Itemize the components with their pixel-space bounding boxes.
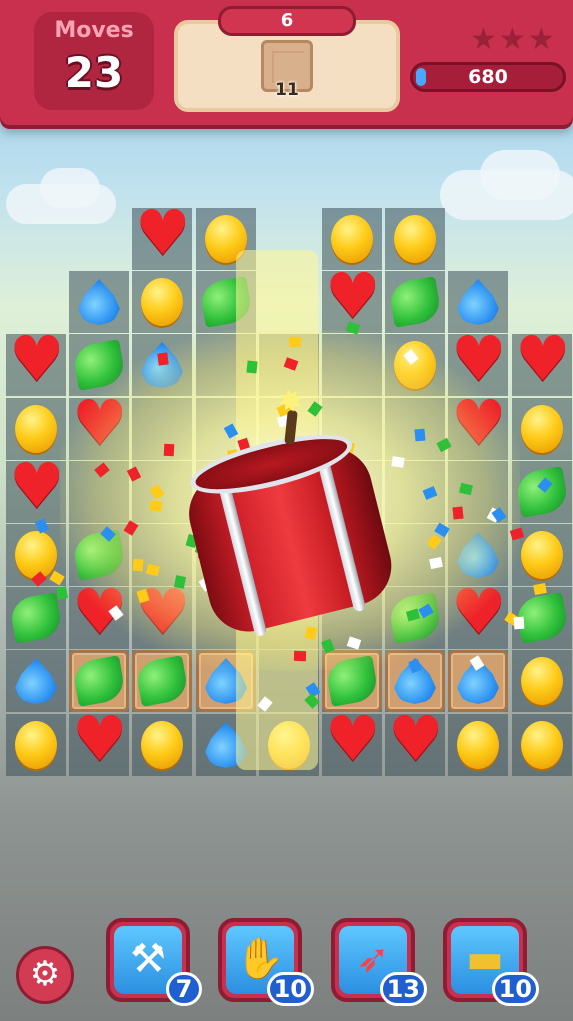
- red-heart-candy[interactable]: [515, 324, 569, 394]
- booster-hammer-button[interactable]: ⚒ 7: [106, 918, 202, 1006]
- yellow-candy[interactable]: [15, 531, 57, 579]
- level-number: 6: [218, 6, 356, 36]
- moves-counter: Moves 23: [34, 12, 154, 110]
- confetti-piece: [452, 506, 464, 520]
- confetti-piece: [163, 443, 175, 457]
- confetti-piece: [157, 352, 169, 366]
- yellow-candy[interactable]: [15, 405, 57, 453]
- red-heart-candy[interactable]: [135, 198, 189, 268]
- booster-rocket-button[interactable]: ➶ 13: [331, 918, 427, 1006]
- confetti-piece: [288, 336, 302, 348]
- moves-value: 23: [64, 48, 124, 97]
- score-progress-bar: 680: [410, 62, 566, 92]
- red-heart-candy[interactable]: [388, 704, 442, 774]
- yellow-candy[interactable]: [394, 215, 436, 263]
- yellow-candy[interactable]: [521, 405, 563, 453]
- yellow-candy[interactable]: [521, 531, 563, 579]
- booster-count: 13: [379, 972, 427, 1006]
- confetti-piece: [246, 360, 258, 374]
- star-icon: ★: [498, 22, 528, 57]
- booster-count: 10: [266, 972, 314, 1006]
- booster-count: 7: [166, 972, 202, 1006]
- score-value: 680: [468, 66, 508, 88]
- star-rating: ★★★: [470, 22, 570, 57]
- top-hud-bar: Moves 23 6 11 ★★★ 680: [0, 0, 573, 125]
- red-heart-candy[interactable]: [325, 261, 379, 331]
- star-icon: ★: [527, 22, 557, 57]
- booster-hand-button[interactable]: ✋ 10: [218, 918, 314, 1006]
- confetti-piece: [149, 500, 163, 512]
- yellow-candy[interactable]: [141, 278, 183, 326]
- confetti-piece: [391, 456, 405, 468]
- red-heart-candy[interactable]: [325, 704, 379, 774]
- confetti-piece: [56, 586, 68, 600]
- confetti-piece: [293, 650, 307, 662]
- confetti-piece: [513, 616, 525, 630]
- booster-count: 10: [491, 972, 539, 1006]
- confetti-piece: [132, 558, 144, 572]
- red-heart-candy[interactable]: [9, 324, 63, 394]
- moves-label: Moves: [54, 18, 134, 43]
- goal-count: 11: [275, 80, 299, 100]
- red-heart-candy[interactable]: [9, 451, 63, 521]
- gear-icon: ⚙: [29, 954, 61, 994]
- confetti-piece: [414, 428, 426, 442]
- yellow-candy[interactable]: [15, 721, 57, 769]
- yellow-candy[interactable]: [141, 721, 183, 769]
- booster-skateboard-button[interactable]: ▬ 10: [443, 918, 539, 1006]
- settings-button[interactable]: ⚙: [16, 946, 74, 1004]
- yellow-candy[interactable]: [521, 721, 563, 769]
- yellow-candy[interactable]: [521, 657, 563, 705]
- red-heart-candy[interactable]: [72, 704, 126, 774]
- firework-rocket-icon: ➶: [356, 936, 390, 982]
- yellow-candy[interactable]: [457, 721, 499, 769]
- hammer-icon: ⚒: [130, 936, 166, 982]
- star-icon: ★: [470, 22, 499, 57]
- yellow-candy[interactable]: [331, 215, 373, 263]
